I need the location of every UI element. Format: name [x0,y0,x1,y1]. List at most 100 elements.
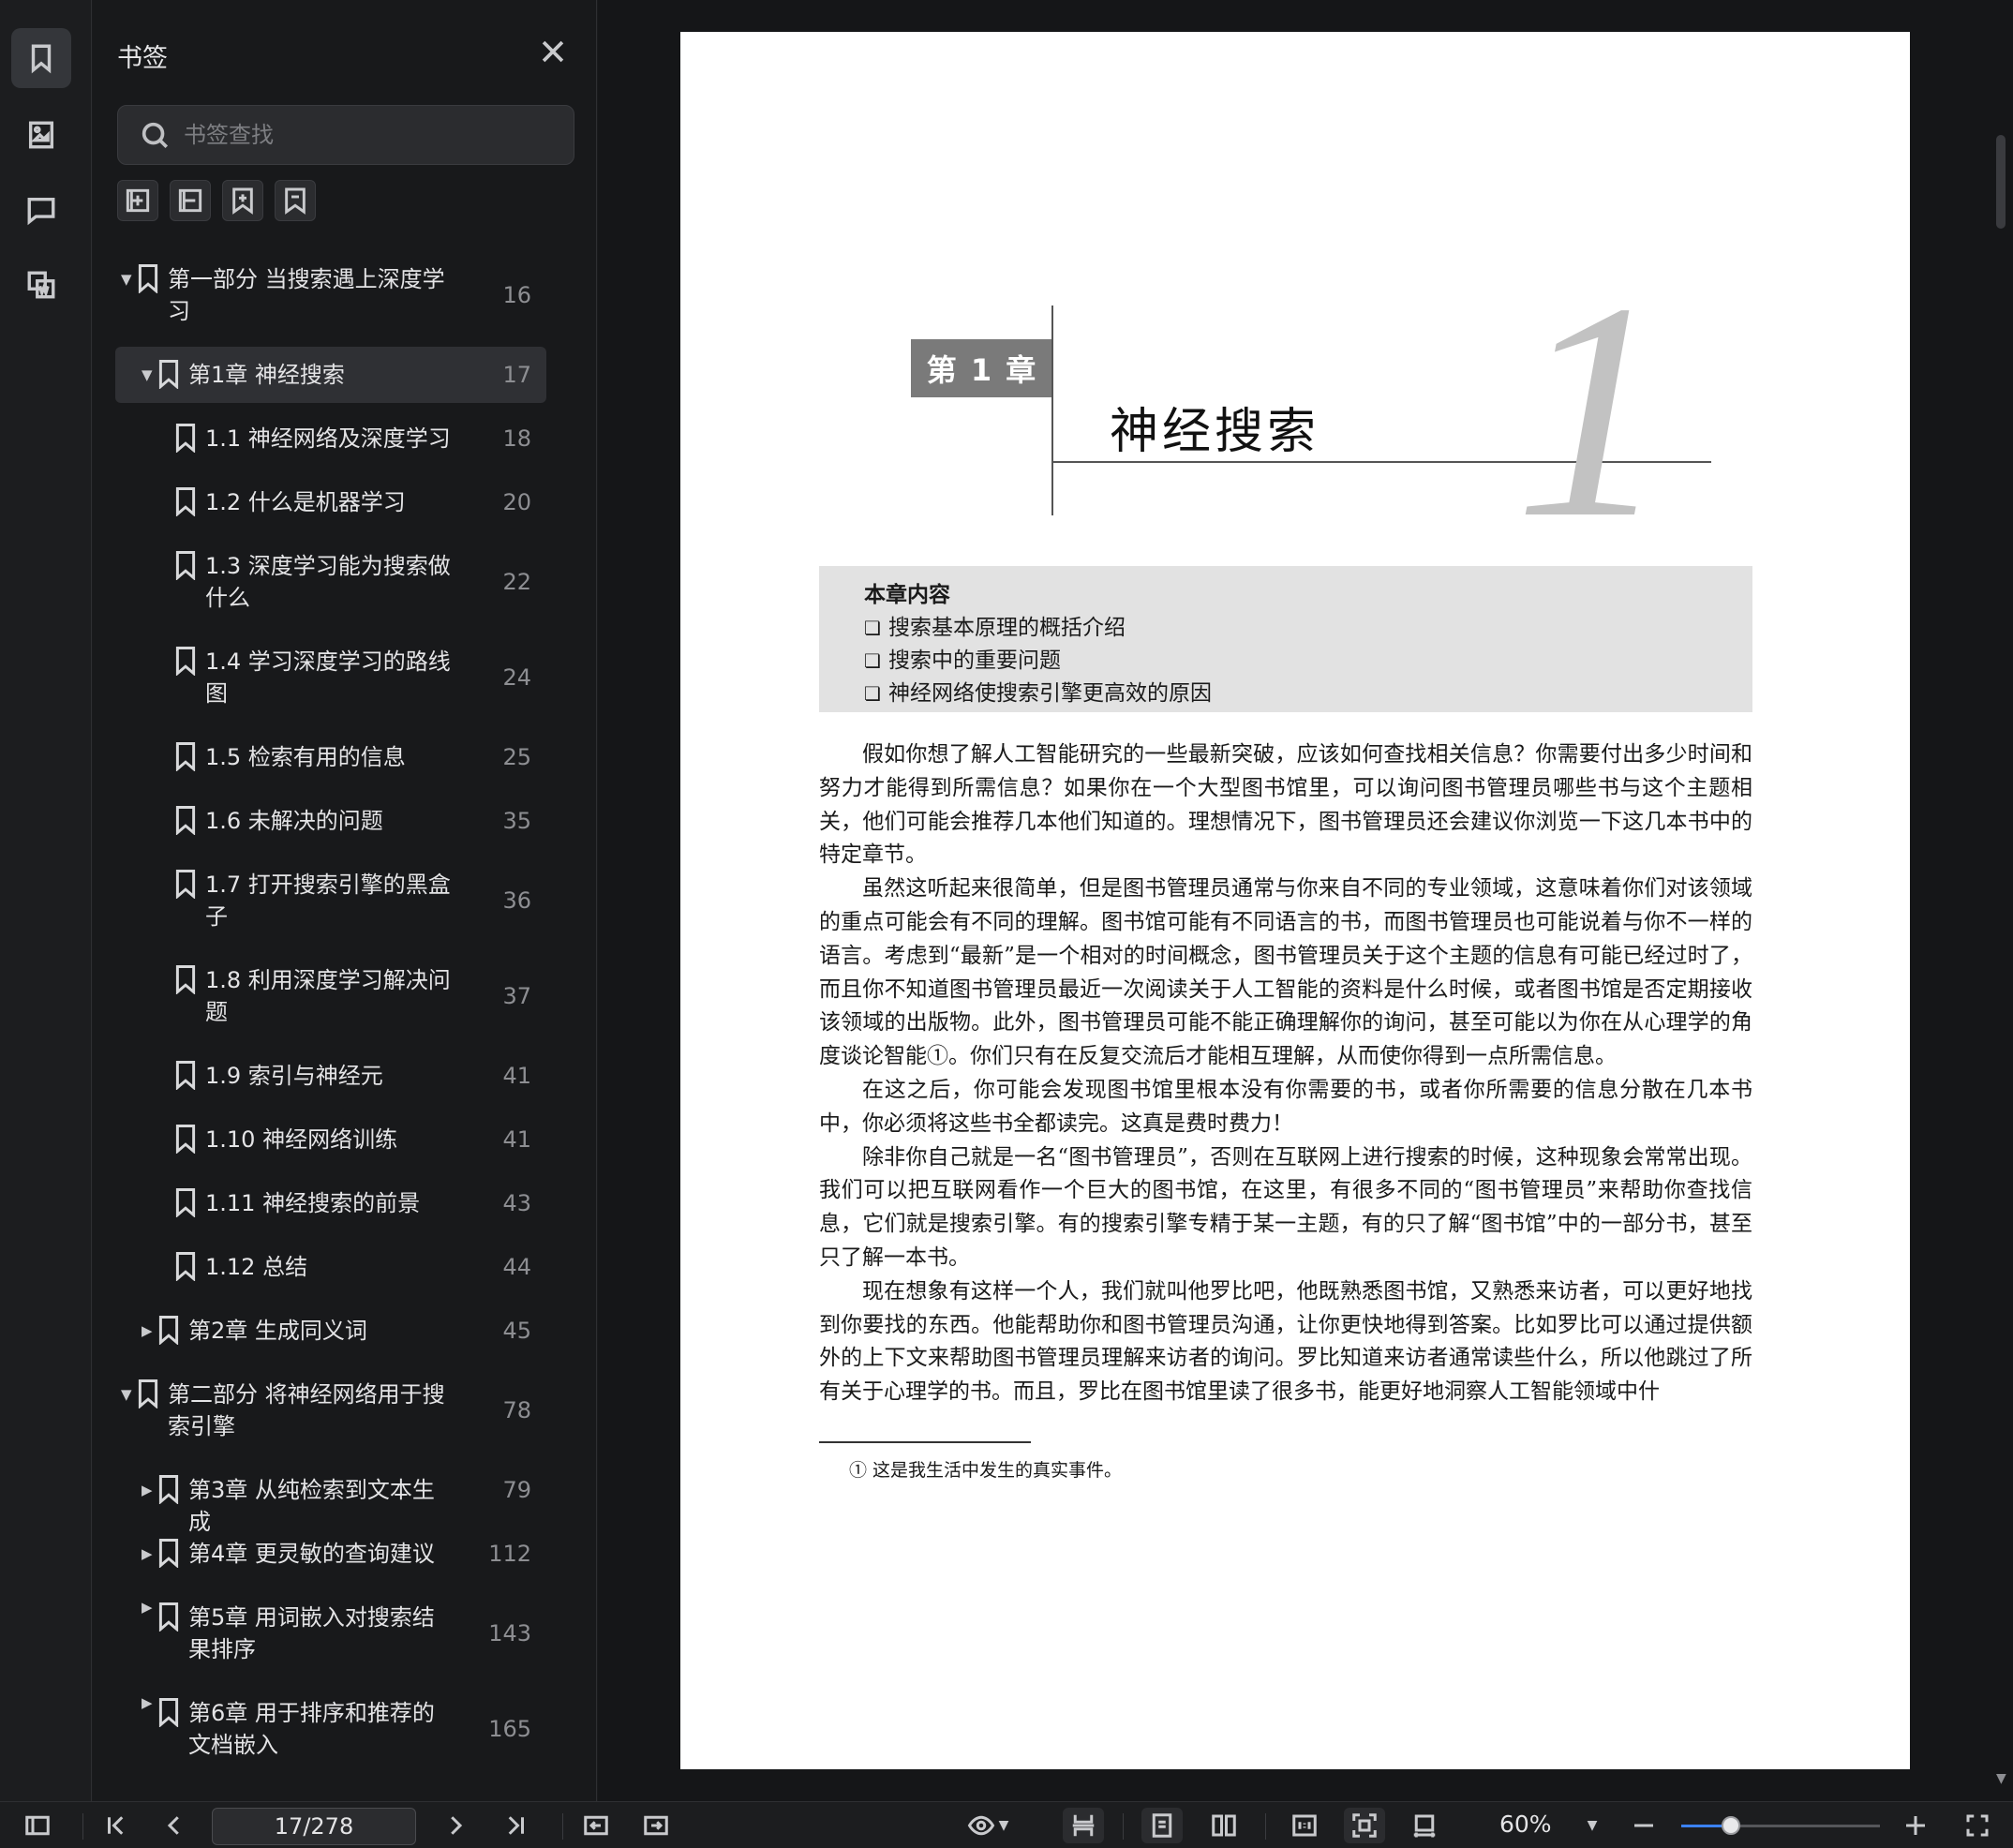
last-page-button[interactable] [497,1808,534,1843]
bookmark-item[interactable]: ▶ 第5章 用词嵌入对搜索结果排序 143 [115,1589,546,1677]
expand-all-button[interactable] [117,180,158,221]
fit-width-icon [1413,1814,1436,1838]
bookmark-page-number: 25 [502,744,531,770]
zoom-level[interactable]: 60% [1499,1811,1552,1838]
bookmark-icon [171,805,200,836]
bookmark-item[interactable]: 1.1 神经网络及深度学习 18 [115,410,546,467]
footnote-rule [819,1441,1031,1443]
bookmark-item[interactable]: ▶ 第4章 更灵敏的查询建议 112 [115,1526,546,1582]
document-scrollbar[interactable] [1996,135,2006,229]
panel-title: 书签 [117,44,168,73]
close-icon [542,40,564,63]
bookmark-page-number: 24 [502,664,531,691]
first-page-button[interactable] [97,1808,135,1843]
paragraph: 假如你想了解人工智能研究的一些最新突破，应该如何查找相关信息？你需要付出多少时间… [819,742,1752,868]
divider [1265,1813,1266,1840]
bookmark-icon [155,1315,183,1346]
convert-panel-button[interactable] [11,255,71,315]
back-button[interactable] [577,1808,615,1843]
bookmark-outline-icon [285,187,306,215]
collapse-all-button[interactable] [170,180,211,221]
bookmark-item[interactable]: 1.12 总结 44 [115,1239,546,1295]
search-icon [142,122,169,149]
bookmark-label: 第一部分 当搜索遇上深度学习 [168,266,445,324]
forward-button[interactable] [637,1808,675,1843]
single-page-button[interactable] [1141,1808,1183,1843]
bookmark-search [117,105,574,165]
last-page-icon [508,1816,524,1835]
next-page-button[interactable] [437,1808,474,1843]
forward-icon [644,1815,668,1836]
bookmark-page-number: 22 [502,569,531,595]
bookmark-item[interactable]: 1.11 神经搜索的前景 43 [115,1175,546,1231]
add-bookmark-button[interactable] [222,180,263,221]
scroll-down-icon[interactable]: ▼ [1996,1771,2006,1786]
single-page-icon [1152,1813,1172,1838]
bookmark-item[interactable]: ▶ 第2章 生成同义词 45 [115,1303,546,1359]
prev-page-button[interactable] [156,1808,193,1843]
paragraph: 虽然这听起来很简单，但是图书管理员通常与你来自不同的专业领域，这意味着你们对该领… [819,876,1752,1069]
minus-icon [1634,1824,1653,1827]
page-number-input[interactable] [212,1808,416,1845]
chapter-divider-vertical [1051,306,1053,515]
thumbnail-panel-button[interactable] [11,105,71,165]
bookmark-icon [134,1379,162,1409]
fullscreen-button[interactable] [1959,1808,1996,1843]
bookmark-icon [171,964,200,995]
bookmark-item[interactable]: ▼ 第一部分 当搜索遇上深度学习 16 [115,251,546,339]
bookmark-page-number: 79 [502,1477,531,1503]
bookmark-item[interactable]: 1.2 什么是机器学习 20 [115,474,546,530]
bookmark-item[interactable]: ▼ 第二部分 将神经网络用于搜索引擎 78 [115,1366,546,1454]
toggle-sidebar-button[interactable] [19,1808,56,1843]
bookmark-item[interactable]: 1.10 神经网络训练 41 [115,1111,546,1168]
comment-panel-button[interactable] [11,180,71,240]
continuous-scroll-button[interactable] [1063,1808,1104,1843]
bookmark-label: 第2章 生成同义词 [188,1318,367,1344]
bookmark-search-input[interactable] [184,122,540,148]
zoom-slider[interactable] [1681,1816,1880,1835]
bookmark-icon [171,486,200,517]
bookmark-item[interactable]: 1.8 利用深度学习解决问题 37 [115,952,546,1040]
bookmark-item[interactable]: 1.4 学习深度学习的路线图 24 [115,633,546,722]
divider [82,1813,83,1840]
back-icon [584,1815,608,1836]
bookmark-item[interactable]: 1.6 未解决的问题 35 [115,793,546,849]
zoom-slider-handle[interactable] [1722,1816,1740,1835]
zoom-out-button[interactable] [1627,1808,1661,1843]
bookmark-item[interactable]: 1.3 深度学习能为搜索做什么 22 [115,538,546,626]
continuous-scroll-icon [1072,1814,1095,1837]
bookmark-label: 第1章 神经搜索 [188,362,345,388]
bookmark-page-number: 143 [488,1620,531,1647]
bookmark-icon [171,1124,200,1155]
comment-icon [27,197,55,226]
bookmark-item[interactable]: 1.9 索引与神经元 41 [115,1048,546,1104]
bookmark-item[interactable]: 1.5 检索有用的信息 25 [115,729,546,785]
read-mode-button[interactable]: ▼ [960,1808,1016,1843]
bookmark-item[interactable]: ▶ 第6章 用于排序和推荐的文档嵌入 165 [115,1685,546,1773]
fit-page-button[interactable] [1344,1808,1385,1843]
zoom-in-button[interactable] [1899,1808,1932,1843]
bookmark-item[interactable]: ▼ 第1章 神经搜索 17 [115,347,546,403]
fit-width-button[interactable] [1404,1808,1445,1843]
bookmark-icon [155,359,183,390]
bookmark-item[interactable]: ▶ 第3章 从纯检索到文本生成 79 [115,1462,546,1535]
first-page-icon [108,1816,124,1835]
bookmark-label: 1.8 利用深度学习解决问题 [205,967,451,1025]
chapter-label: 第 1 章 [911,339,1053,397]
two-page-button[interactable] [1203,1808,1245,1843]
zoom-dropdown[interactable]: ▼ [1578,1808,1606,1843]
eye-icon [967,1815,994,1836]
bookmark-label: 1.4 学习深度学习的路线图 [205,648,451,707]
bookmark-panel-button[interactable] [11,28,71,88]
actual-size-button[interactable] [1284,1808,1325,1843]
bookmark-item[interactable]: 1.7 打开搜索引擎的黑盒子 36 [115,857,546,945]
bookmark-label: 1.9 索引与神经元 [205,1063,383,1089]
fullscreen-icon [1966,1814,1989,1837]
image-icon [28,121,54,149]
bookmark-page-number: 41 [502,1126,531,1153]
body-text: 假如你想了解人工智能研究的一些最新突破，应该如何查找相关信息？你需要付出多少时间… [819,738,1752,1409]
close-panel-button[interactable] [537,36,569,67]
bookmark-outline-button[interactable] [275,180,316,221]
word-convert-icon [27,271,55,299]
fit-page-icon [1352,1813,1377,1838]
